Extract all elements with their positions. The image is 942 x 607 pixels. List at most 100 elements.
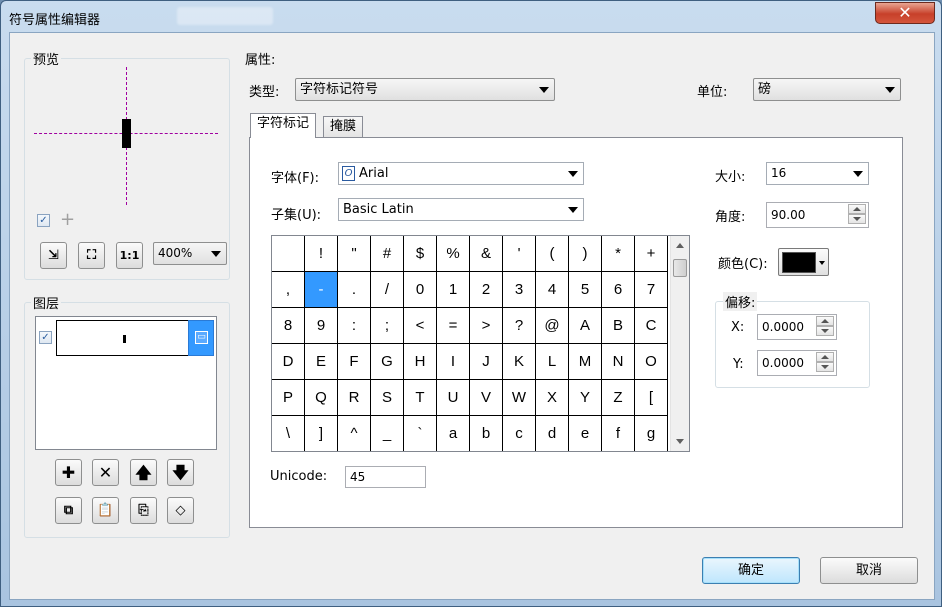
close-button[interactable]: ✕ bbox=[875, 2, 935, 24]
font-select[interactable]: O Arial bbox=[338, 162, 584, 185]
character-cell[interactable]: Y bbox=[569, 380, 602, 416]
character-cell[interactable] bbox=[272, 236, 305, 272]
character-cell[interactable]: [ bbox=[635, 380, 668, 416]
character-cell[interactable]: L bbox=[536, 344, 569, 380]
character-cell[interactable]: ) bbox=[569, 236, 602, 272]
tab-mask[interactable]: 掩膜 bbox=[323, 116, 364, 138]
character-cell[interactable]: ; bbox=[371, 308, 404, 344]
character-cell[interactable]: ? bbox=[503, 308, 536, 344]
character-cell[interactable]: - bbox=[305, 272, 338, 308]
spin-up-icon[interactable] bbox=[848, 204, 866, 214]
character-cell[interactable]: 6 bbox=[602, 272, 635, 308]
character-cell[interactable]: / bbox=[371, 272, 404, 308]
plus-icon[interactable]: + bbox=[60, 211, 75, 229]
remove-layer-button[interactable]: ✕ bbox=[92, 459, 119, 486]
reset-layer-button[interactable]: ⎘ bbox=[130, 497, 157, 524]
character-cell[interactable]: F bbox=[338, 344, 371, 380]
tag-layer-button[interactable]: ◇ bbox=[167, 497, 194, 524]
character-cell[interactable]: H bbox=[404, 344, 437, 380]
character-cell[interactable]: " bbox=[338, 236, 371, 272]
character-cell[interactable]: _ bbox=[371, 416, 404, 451]
move-layer-up-button[interactable]: 🡅 bbox=[130, 459, 157, 486]
character-cell[interactable]: V bbox=[470, 380, 503, 416]
character-cell[interactable]: J bbox=[470, 344, 503, 380]
unicode-field[interactable]: 45 bbox=[345, 466, 426, 488]
character-cell[interactable]: ` bbox=[404, 416, 437, 451]
character-cell[interactable]: d bbox=[536, 416, 569, 451]
character-cell[interactable]: I bbox=[437, 344, 470, 380]
character-cell[interactable]: D bbox=[272, 344, 305, 380]
character-cell[interactable]: N bbox=[602, 344, 635, 380]
scroll-up-icon[interactable] bbox=[676, 243, 684, 248]
character-cell[interactable]: Q bbox=[305, 380, 338, 416]
character-cell[interactable]: g bbox=[635, 416, 668, 451]
character-cell[interactable]: 9 bbox=[305, 308, 338, 344]
character-cell[interactable]: , bbox=[272, 272, 305, 308]
character-cell[interactable]: f bbox=[602, 416, 635, 451]
layer-lock-toggle[interactable]: ▭ bbox=[188, 320, 214, 356]
full-extent-button[interactable]: ⛶ bbox=[78, 242, 105, 269]
spin-down-icon[interactable] bbox=[816, 362, 834, 372]
character-cell[interactable]: ( bbox=[536, 236, 569, 272]
color-picker-button[interactable] bbox=[778, 248, 829, 276]
character-cell[interactable]: S bbox=[371, 380, 404, 416]
size-select[interactable]: 16 bbox=[766, 162, 869, 185]
preview-checkbox[interactable]: ✓ bbox=[37, 214, 50, 227]
layers-list[interactable]: ✓ ▭ bbox=[35, 316, 217, 450]
angle-spinner[interactable] bbox=[848, 204, 866, 224]
character-cell[interactable]: & bbox=[470, 236, 503, 272]
layer-visibility-checkbox[interactable]: ✓ bbox=[39, 331, 52, 344]
offset-y-spinner[interactable] bbox=[816, 352, 834, 372]
offset-x-spinner[interactable] bbox=[816, 316, 834, 336]
spin-down-icon[interactable] bbox=[816, 326, 834, 336]
character-cell[interactable]: : bbox=[338, 308, 371, 344]
move-layer-down-button[interactable]: 🡇 bbox=[167, 459, 194, 486]
character-cell[interactable]: G bbox=[371, 344, 404, 380]
character-cell[interactable]: ! bbox=[305, 236, 338, 272]
character-cell[interactable]: \ bbox=[272, 416, 305, 451]
character-cell[interactable]: T bbox=[404, 380, 437, 416]
character-cell[interactable]: 3 bbox=[503, 272, 536, 308]
character-cell[interactable]: * bbox=[602, 236, 635, 272]
character-grid-scrollbar[interactable] bbox=[670, 236, 689, 451]
zoom-to-fit-button[interactable]: ⇲ bbox=[40, 242, 67, 269]
character-cell[interactable]: Z bbox=[602, 380, 635, 416]
character-cell[interactable]: ' bbox=[503, 236, 536, 272]
add-layer-button[interactable]: ✚ bbox=[55, 459, 82, 486]
title-bar[interactable]: 符号属性编辑器 ✕ bbox=[1, 1, 941, 33]
layer-row[interactable]: ▭ bbox=[56, 320, 214, 356]
character-cell[interactable]: a bbox=[437, 416, 470, 451]
character-cell[interactable]: 1 bbox=[437, 272, 470, 308]
scroll-down-icon[interactable] bbox=[676, 439, 684, 444]
character-cell[interactable]: P bbox=[272, 380, 305, 416]
actual-size-button[interactable]: 1:1 bbox=[116, 242, 143, 269]
cancel-button[interactable]: 取消 bbox=[820, 557, 918, 584]
subset-select[interactable]: Basic Latin bbox=[338, 198, 584, 221]
character-cell[interactable]: B bbox=[602, 308, 635, 344]
scroll-thumb[interactable] bbox=[673, 259, 687, 277]
character-cell[interactable]: 4 bbox=[536, 272, 569, 308]
spin-up-icon[interactable] bbox=[816, 352, 834, 362]
ok-button[interactable]: 确定 bbox=[702, 557, 800, 584]
character-cell[interactable]: b bbox=[470, 416, 503, 451]
character-cell[interactable]: K bbox=[503, 344, 536, 380]
character-cell[interactable]: < bbox=[404, 308, 437, 344]
spin-down-icon[interactable] bbox=[848, 214, 866, 224]
paste-layer-button[interactable]: 📋 bbox=[92, 497, 119, 524]
character-cell[interactable]: R bbox=[338, 380, 371, 416]
character-cell[interactable]: $ bbox=[404, 236, 437, 272]
character-cell[interactable]: U bbox=[437, 380, 470, 416]
character-cell[interactable]: ^ bbox=[338, 416, 371, 451]
character-cell[interactable]: = bbox=[437, 308, 470, 344]
character-cell[interactable]: + bbox=[635, 236, 668, 272]
character-cell[interactable]: @ bbox=[536, 308, 569, 344]
character-grid[interactable]: ! " # $% & '() * +, -./0 1 2 3 4 5 6 7 8 9:; < = >? @ A B C D E F G H… bbox=[271, 235, 690, 452]
character-cell[interactable]: . bbox=[338, 272, 371, 308]
character-cell[interactable]: # bbox=[371, 236, 404, 272]
character-cell[interactable]: % bbox=[437, 236, 470, 272]
character-cell[interactable]: ] bbox=[305, 416, 338, 451]
spin-up-icon[interactable] bbox=[816, 316, 834, 326]
character-cell[interactable]: 7 bbox=[635, 272, 668, 308]
character-cell[interactable]: 8 bbox=[272, 308, 305, 344]
character-cell[interactable]: > bbox=[470, 308, 503, 344]
